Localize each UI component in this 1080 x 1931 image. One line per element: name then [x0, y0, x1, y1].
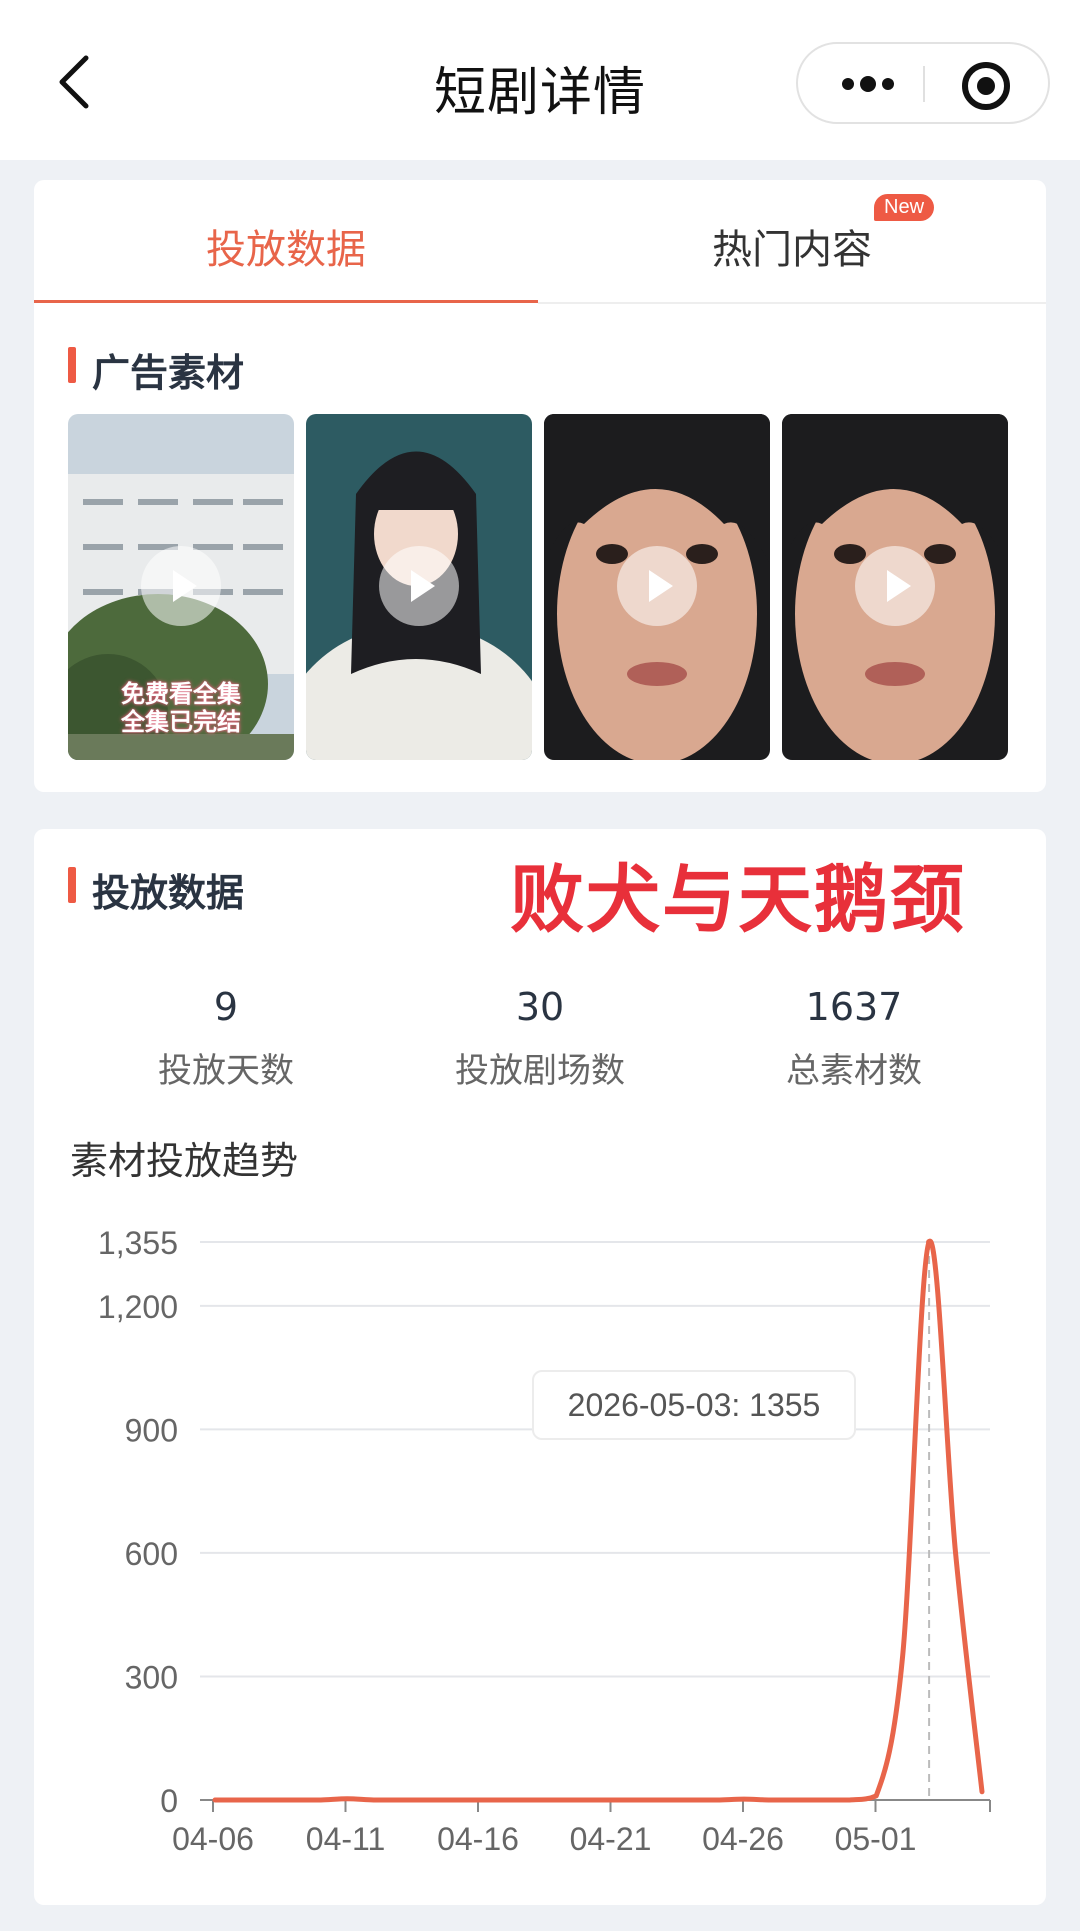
y-tick-label: 1,355 [98, 1225, 178, 1261]
y-tick-label: 0 [160, 1783, 178, 1819]
y-tick-label: 600 [125, 1536, 178, 1572]
x-tick-label: 04-21 [570, 1821, 652, 1857]
x-tick-label: 04-26 [702, 1821, 784, 1857]
x-tick-label: 04-06 [172, 1821, 254, 1857]
y-tick-label: 900 [125, 1412, 178, 1448]
x-tick-label: 04-11 [306, 1821, 385, 1857]
trend-line-chart[interactable]: 0 300 600 900 1,200 1,355 04-06 04-11 04-16 04-21… [0, 0, 1080, 1931]
y-tick-label: 300 [125, 1659, 178, 1695]
y-tick-label: 1,200 [98, 1289, 178, 1325]
series-line [212, 1238, 985, 1803]
chart-tooltip: 2026-05-03: 1355 [532, 1370, 856, 1440]
x-tick-label: 04-16 [437, 1821, 519, 1857]
data-point [926, 1239, 933, 1245]
x-tick-label: 05-01 [835, 1821, 917, 1857]
